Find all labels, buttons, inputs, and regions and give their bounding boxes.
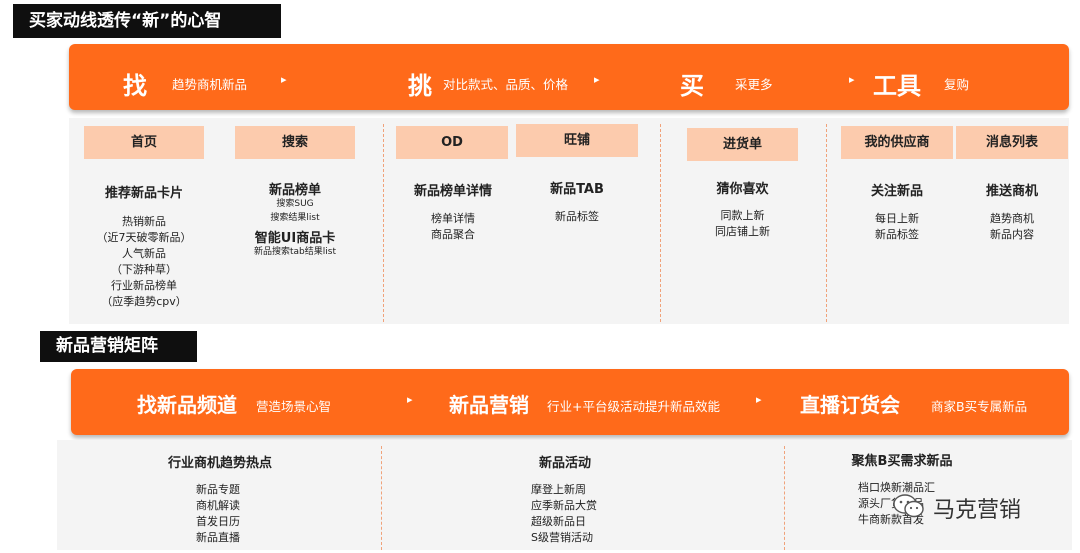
divider [381,446,382,550]
cart-column-items: 同款上新 同店铺上新 [685,208,800,240]
banner-marketing-label: 新品营销 [449,393,529,417]
tab-od: OD [396,126,508,159]
list-item: 商机解读 [196,499,240,512]
tab-cart: 进货单 [687,128,798,161]
divider [383,124,384,322]
cart-column-title: 猜你喜欢 [716,182,769,197]
message-column-items: 趋势商机 新品内容 [956,211,1068,243]
tab-search: 搜索 [235,126,355,159]
search-column-title-2: 智能UI商品卡 [254,231,336,246]
shop-column-items: 新品标签 [516,209,638,225]
list-item: 搜索结果list [270,213,320,223]
supplier-column-title: 关注新品 [870,184,923,199]
search-column-items-2: 新品搜索tab结果list [235,245,355,259]
list-item: 趋势商机 [990,212,1034,225]
activity-column-title: 新品活动 [538,456,591,471]
list-item: 首发日历 [196,515,240,528]
list-item: 新品直播 [196,531,240,544]
tab-supplier: 我的供应商 [841,126,953,159]
activity-column-items: 摩登上新周 应季新品大赏 超级新品日 S级营销活动 [531,482,641,546]
banner-find-desc: 趋势商机新品 [172,77,248,92]
list-item: 人气新品 [122,247,166,260]
arrow-icon: ▸ [407,393,413,406]
list-item: 行业新品榜单 [111,279,177,292]
banner-marketing-desc: 行业+平台级活动提升新品效能 [547,399,720,414]
banner-live-label: 直播订货会 [800,393,900,417]
od-column-title: 新品榜单详情 [413,184,492,199]
arrow-icon: ▸ [594,73,600,86]
list-item: S级营销活动 [531,531,593,544]
list-item: 超级新品日 [531,515,586,528]
banner-live-desc: 商家B买专属新品 [931,399,1028,414]
tab-message: 消息列表 [956,126,1068,159]
message-column-title: 推送商机 [985,184,1038,199]
list-item: 商品聚合 [431,228,475,241]
list-item: 同店铺上新 [715,225,770,238]
focus-column-title: 聚焦B买需求新品 [851,454,953,469]
search-column-items: 搜索SUG 搜索结果list [235,197,355,225]
divider [784,446,785,550]
banner-tools-label: 工具 [873,72,921,100]
list-item: 应季新品大赏 [531,499,597,512]
shop-column-title: 新品TAB [550,182,604,197]
banner-pick-label: 挑 [408,72,432,100]
wechat-logo-icon [892,493,926,519]
list-item: 新品内容 [990,228,1034,241]
banner-channel-desc: 营造场景心智 [256,399,332,414]
banner-channel-label: 找新品频道 [137,393,237,417]
arrow-icon: ▸ [281,73,287,86]
banner-pick-desc: 对比款式、品质、价格 [443,77,569,92]
watermark-text: 马克营销 [933,498,1022,523]
list-item: 新品搜索tab结果list [254,247,336,257]
home-column-title: 推荐新品卡片 [104,186,183,201]
home-column-items: 热销新品 （近7天破零新品） 人气新品 （下游种草） 行业新品榜单 （应季趋势c… [84,214,204,310]
od-column-items: 榜单详情 商品聚合 [394,211,512,243]
list-item: 搜索SUG [276,199,314,209]
trend-column-title: 行业商机趋势热点 [167,456,272,471]
divider [660,124,661,322]
list-item: 每日上新 [875,212,919,225]
list-item: （近7天破零新品） [96,231,192,244]
supplier-column-items: 每日上新 新品标签 [841,211,953,243]
arrow-icon: ▸ [849,73,855,86]
tab-shop: 旺铺 [516,124,638,157]
list-item: 榜单详情 [431,212,475,225]
banner-buy-label: 买 [680,72,704,100]
list-item: 新品标签 [875,228,919,241]
list-item: （下游种草） [111,263,177,276]
divider [826,124,827,322]
section-title-marketing-matrix: 新品营销矩阵 [40,331,197,362]
trend-column-items: 新品专题 商机解读 首发日历 新品直播 [196,482,276,546]
tab-home: 首页 [84,126,204,159]
list-item: 摩登上新周 [531,483,586,496]
list-item: 新品专题 [196,483,240,496]
list-item: （应季趋势cpv） [101,295,187,308]
search-column-title: 新品榜单 [268,183,321,198]
section-title-buyer-journey: 买家动线透传“新”的心智 [13,4,281,38]
banner-find-label: 找 [123,72,147,100]
banner-tools-desc: 复购 [944,77,970,92]
banner-buy-desc: 采更多 [735,77,773,92]
list-item: 热销新品 [122,215,166,228]
list-item: 同款上新 [720,209,765,222]
list-item: 新品标签 [555,210,599,223]
arrow-icon: ▸ [756,393,762,406]
